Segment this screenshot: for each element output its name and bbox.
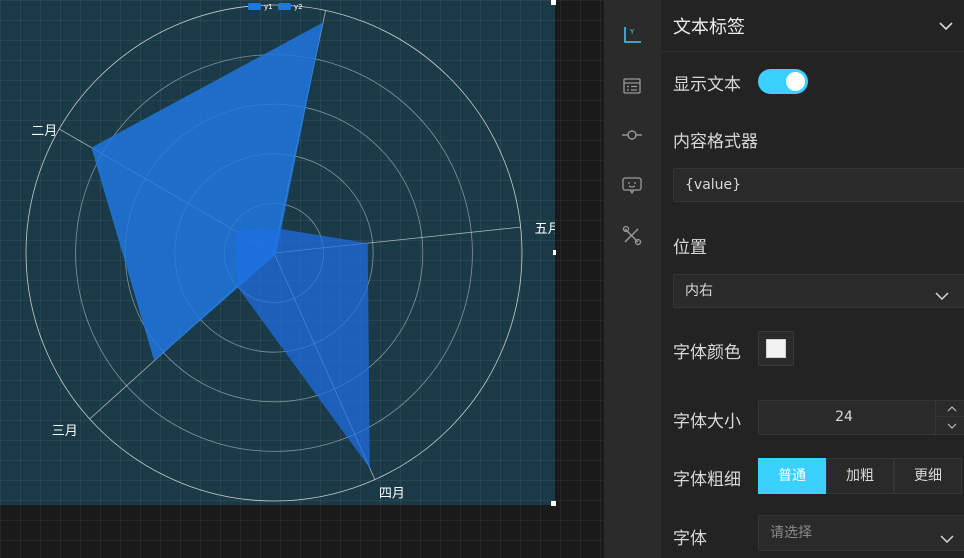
font-weight-bold-button[interactable]: 加粗 (826, 458, 894, 494)
radar-area-y2 (235, 228, 370, 469)
font-weight-normal-button[interactable]: 普通 (758, 458, 826, 494)
toggle-knob (786, 72, 805, 91)
font-weight-lighter-button[interactable]: 更细 (894, 458, 962, 494)
resize-handle-top-right[interactable] (551, 0, 556, 5)
decrement-button[interactable] (936, 418, 964, 434)
show-text-toggle[interactable] (758, 69, 808, 94)
list-icon[interactable] (621, 75, 643, 97)
radar-chart-widget[interactable]: 二月三月四月 五月 y1 y2 (0, 0, 555, 505)
axis-label-五月: 五月 (535, 222, 555, 237)
chevron-down-icon (939, 526, 955, 558)
config-tab-strip: Y (604, 0, 661, 558)
axis-label-二月: 二月 (31, 124, 57, 139)
tools-icon[interactable] (621, 224, 643, 246)
node-icon[interactable] (621, 124, 643, 146)
formatter-label: 内容格式器 (673, 132, 758, 152)
formatter-value: {value} (685, 177, 742, 193)
section-header[interactable]: 文本标签 (661, 0, 964, 52)
settings-panel: 文本标签 显示文本 内容格式器 {value} 位置 内右 字体颜色 字体大小 … (661, 0, 964, 558)
chevron-down-icon (934, 284, 950, 316)
legend-swatch-y2 (278, 3, 291, 10)
radar-chart: 二月三月四月 五月 y1 y2 (25, 3, 555, 502)
font-weight-segmented: 普通 加粗 更细 (758, 458, 964, 494)
font-color-picker[interactable] (758, 331, 794, 366)
resize-handle-bottom-right[interactable] (551, 501, 556, 506)
font-size-stepper (935, 401, 964, 434)
chevron-down-icon[interactable] (938, 18, 954, 38)
font-size-input[interactable]: 24 (758, 400, 964, 435)
legend-label-y1: y1 (264, 3, 273, 11)
resize-handle-right[interactable] (553, 250, 556, 255)
font-size-value: 24 (835, 409, 853, 425)
formatter-input[interactable]: {value} (673, 168, 964, 202)
position-value: 内右 (685, 283, 713, 299)
show-text-label: 显示文本 (673, 75, 741, 95)
font-color-label: 字体颜色 (673, 343, 741, 363)
tooltip-icon[interactable] (621, 174, 643, 196)
chart-legend: y1 y2 (248, 3, 303, 11)
font-family-placeholder: 请选择 (770, 525, 812, 541)
color-swatch (766, 339, 786, 358)
radar-series-areas (91, 22, 370, 469)
font-family-label: 字体 (673, 529, 707, 549)
legend-swatch-y1 (248, 3, 261, 10)
axis-label-四月: 四月 (379, 487, 405, 502)
svg-text:Y: Y (629, 28, 635, 36)
section-title: 文本标签 (673, 17, 745, 38)
axis-icon[interactable]: Y (621, 24, 643, 46)
legend-label-y2: y2 (294, 3, 303, 11)
axis-label-三月: 三月 (52, 424, 78, 439)
position-label: 位置 (673, 238, 707, 258)
font-weight-label: 字体粗细 (673, 470, 741, 490)
position-select[interactable]: 内右 (673, 274, 964, 308)
font-size-label: 字体大小 (673, 412, 741, 432)
editor-canvas: 二月三月四月 五月 y1 y2 (0, 0, 604, 558)
font-family-select[interactable]: 请选择 (758, 515, 964, 551)
increment-button[interactable] (936, 401, 964, 417)
